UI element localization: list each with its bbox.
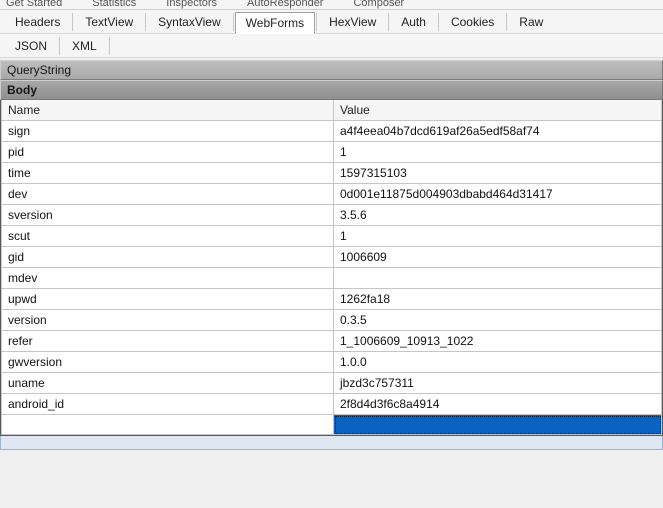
tab-divider [59, 37, 60, 55]
table-row[interactable]: scut1 [2, 226, 662, 247]
table-row[interactable]: refer1_1006609_10913_1022 [2, 331, 662, 352]
cell-name[interactable]: gid [2, 247, 334, 268]
column-header-name[interactable]: Name [2, 100, 334, 121]
upper-tab-strip: Get Started Statistics Inspectors AutoRe… [0, 0, 663, 10]
cell-name[interactable]: scut [2, 226, 334, 247]
tab-divider [145, 13, 146, 31]
tab-raw[interactable]: Raw [508, 11, 554, 33]
cell-name[interactable]: gwversion [2, 352, 334, 373]
tab-webforms[interactable]: WebForms [235, 12, 315, 34]
cell-name[interactable]: dev [2, 184, 334, 205]
cell-name[interactable] [2, 415, 334, 435]
cell-name[interactable]: version [2, 310, 334, 331]
section-body-header[interactable]: Body [0, 80, 663, 100]
upper-tab-composer[interactable]: Composer [353, 0, 404, 9]
cell-value[interactable] [334, 268, 662, 289]
table-row[interactable]: time1597315103 [2, 163, 662, 184]
cell-value[interactable]: 2f8d4d3f6c8a4914 [334, 394, 662, 415]
tab-divider [72, 13, 73, 31]
cell-value[interactable]: 0.3.5 [334, 310, 662, 331]
table-row[interactable]: unamejbzd3c757311 [2, 373, 662, 394]
tab-divider [109, 37, 110, 55]
table-header-row: Name Value [2, 100, 662, 121]
table-row[interactable]: sversion3.5.6 [2, 205, 662, 226]
tab-divider [388, 13, 389, 31]
tab-divider [316, 13, 317, 31]
cell-value[interactable]: 1006609 [334, 247, 662, 268]
table-row[interactable]: mdev [2, 268, 662, 289]
cell-name[interactable]: android_id [2, 394, 334, 415]
inspector-tabs-row-2: JSON XML [0, 34, 663, 58]
table-row[interactable]: android_id2f8d4d3f6c8a4914 [2, 394, 662, 415]
cell-value[interactable]: 1 [334, 226, 662, 247]
cell-name[interactable]: sign [2, 121, 334, 142]
cell-name[interactable]: mdev [2, 268, 334, 289]
cell-value[interactable]: 0d001e11875d004903dbabd464d31417 [334, 184, 662, 205]
cell-name[interactable]: sversion [2, 205, 334, 226]
tab-cookies[interactable]: Cookies [440, 11, 505, 33]
tab-syntaxview[interactable]: SyntaxView [147, 11, 231, 33]
tab-hexview[interactable]: HexView [318, 11, 387, 33]
table-row[interactable]: gwversion1.0.0 [2, 352, 662, 373]
cell-value[interactable]: 3.5.6 [334, 205, 662, 226]
tab-divider [233, 13, 234, 31]
upper-tab-autoresponder[interactable]: AutoResponder [247, 0, 323, 9]
tab-json[interactable]: JSON [4, 35, 58, 57]
inspector-tabs-row-1: Headers TextView SyntaxView WebForms Hex… [0, 10, 663, 34]
tab-textview[interactable]: TextView [74, 11, 144, 33]
upper-tab-inspectors[interactable]: Inspectors [166, 0, 217, 9]
cell-name[interactable]: uname [2, 373, 334, 394]
table-row-empty[interactable] [2, 415, 662, 435]
table-row[interactable]: gid1006609 [2, 247, 662, 268]
cell-name[interactable]: time [2, 163, 334, 184]
cell-value[interactable]: 1262fa18 [334, 289, 662, 310]
upper-tab-get-started[interactable]: Get Started [6, 0, 62, 9]
body-grid[interactable]: Name Value signa4f4eea04b7dcd619af26a5ed… [0, 100, 663, 436]
table-row[interactable]: version0.3.5 [2, 310, 662, 331]
cell-name[interactable]: pid [2, 142, 334, 163]
cell-value[interactable]: a4f4eea04b7dcd619af26a5edf58af74 [334, 121, 662, 142]
column-header-value[interactable]: Value [334, 100, 662, 121]
table-row[interactable]: upwd1262fa18 [2, 289, 662, 310]
cell-value-selected[interactable] [334, 415, 662, 435]
tab-xml[interactable]: XML [61, 35, 108, 57]
table-row[interactable]: dev0d001e11875d004903dbabd464d31417 [2, 184, 662, 205]
cell-value[interactable]: 1.0.0 [334, 352, 662, 373]
table-row[interactable]: signa4f4eea04b7dcd619af26a5edf58af74 [2, 121, 662, 142]
cell-value[interactable]: 1 [334, 142, 662, 163]
upper-tab-statistics[interactable]: Statistics [92, 0, 136, 9]
cell-value[interactable]: jbzd3c757311 [334, 373, 662, 394]
tab-divider [438, 13, 439, 31]
table-row[interactable]: pid1 [2, 142, 662, 163]
cell-name[interactable]: refer [2, 331, 334, 352]
section-querystring-header[interactable]: QueryString [0, 60, 663, 80]
cell-value[interactable]: 1_1006609_10913_1022 [334, 331, 662, 352]
cell-value[interactable]: 1597315103 [334, 163, 662, 184]
cell-name[interactable]: upwd [2, 289, 334, 310]
grid-footer-strip [0, 436, 663, 450]
tab-auth[interactable]: Auth [390, 11, 437, 33]
tab-headers[interactable]: Headers [4, 11, 71, 33]
tab-divider [506, 13, 507, 31]
